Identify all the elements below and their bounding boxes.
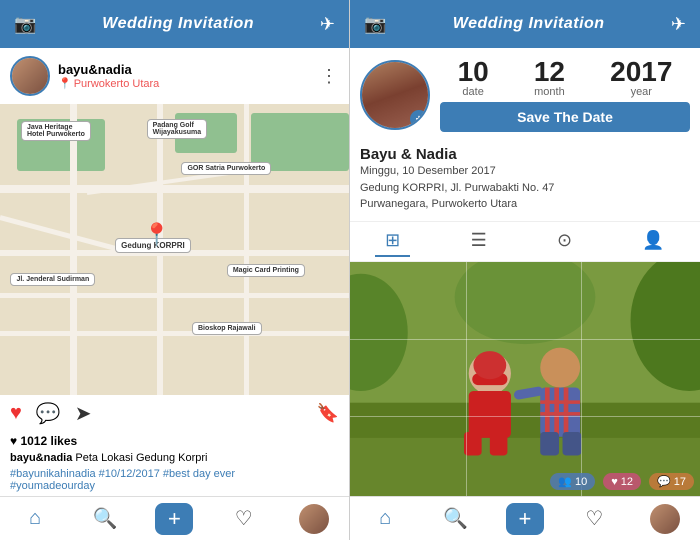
nav-search[interactable]: 🔍 [85, 499, 125, 539]
right-nav-search[interactable]: 🔍 [436, 499, 476, 539]
road-v1 [70, 104, 77, 395]
location-text: Purwokerto Utara [74, 78, 160, 90]
right-nav-heart[interactable]: ♡ [574, 499, 614, 539]
tabs-row: ⊞ ☰ ⊙ 👤 [350, 221, 700, 262]
event-line2: Gedung KORPRI, Jl. Purwabakti No. 47 [360, 180, 690, 197]
nav-add[interactable]: + [155, 503, 193, 535]
left-send-icon[interactable]: ✈ [320, 14, 335, 35]
left-panel: 📷 Wedding Invitation ✈ bayu&nadia 📍 Purw… [0, 0, 350, 540]
left-camera-icon[interactable]: 📷 [14, 14, 36, 35]
right-send-icon[interactable]: ✈ [671, 14, 686, 35]
tab-list[interactable]: ☰ [461, 226, 497, 257]
date-year-label: year [631, 86, 652, 98]
couple-photo: 👥 10 ♥ 12 💬 17 [350, 262, 700, 497]
stats-overlay: 👥 10 ♥ 12 💬 17 [550, 473, 694, 490]
profile-info: bayu&nadia 📍 Purwokerto Utara [10, 56, 159, 96]
stat-comments-count: 17 [674, 476, 686, 488]
like-icon[interactable]: ♥ [10, 402, 22, 425]
map-label-padang: Padang GolfWijayakusuma [147, 119, 208, 139]
save-date-button[interactable]: Save The Date [440, 102, 690, 132]
left-bottom-nav: ⌂ 🔍 + ♡ [0, 496, 349, 540]
date-info-container: 10 date 12 month 2017 year Save The Date [440, 58, 690, 132]
stat-likes: ♥ 12 [603, 473, 641, 490]
date-year-num: 2017 [610, 58, 672, 86]
nav-heart[interactable]: ♡ [224, 499, 264, 539]
post-caption: bayu&nadia Peta Lokasi Gedung Korpri [0, 450, 349, 466]
road-v3 [244, 104, 249, 395]
stat-comments: 💬 17 [649, 473, 694, 490]
right-header: 📷 Wedding Invitation ✈ [350, 0, 700, 48]
event-line3: Purwanegara, Purwokerto Utara [360, 196, 690, 213]
event-couple-names: Bayu & Nadia [360, 146, 690, 163]
road-h1 [0, 185, 349, 193]
share-icon[interactable]: ➤ [75, 401, 92, 426]
date-month-num: 12 [534, 58, 565, 86]
couple-photo-area: 👥 10 ♥ 12 💬 17 [350, 262, 700, 497]
right-nav-home[interactable]: ⌂ [365, 499, 405, 539]
caption-text: Peta Lokasi Gedung Korpri [75, 452, 207, 464]
map-area: Java HeritageHotel Purwokerto Padang Gol… [0, 104, 349, 395]
left-header-title: Wedding Invitation [102, 15, 254, 33]
avatar [10, 56, 50, 96]
caption-username: bayu&nadia [10, 452, 72, 464]
right-bottom-nav: ⌂ 🔍 + ♡ [350, 496, 700, 540]
date-day-num: 10 [458, 58, 489, 86]
nav-avatar-img [299, 504, 329, 534]
tab-circle[interactable]: ⊙ [547, 226, 582, 257]
couple-avatar-plus[interactable]: + [410, 110, 428, 128]
couple-avatar: + [360, 60, 430, 130]
stat-followers-count: 10 [575, 476, 587, 488]
date-day-col: 10 date [458, 58, 489, 98]
date-month-label: month [534, 86, 565, 98]
map-label-magic: Magic Card Printing [227, 264, 305, 277]
road-h4 [0, 331, 349, 336]
location-pin-icon: 📍 [58, 77, 72, 90]
tab-grid[interactable]: ⊞ [375, 226, 410, 257]
bookmark-icon[interactable]: 🔖 [317, 403, 339, 424]
profile-name: bayu&nadia [58, 62, 159, 77]
left-profile-row: bayu&nadia 📍 Purwokerto Utara ⋮ [0, 48, 349, 104]
map-label-bioskop: Bioskop Rajawali [192, 322, 262, 335]
date-section: + 10 date 12 month 2017 year Save The Da… [350, 48, 700, 138]
stat-followers: 👥 10 [550, 473, 595, 490]
hashtags: #bayunikahinadia #10/12/2017 #best day e… [0, 466, 349, 496]
left-header: 📷 Wedding Invitation ✈ [0, 0, 349, 48]
date-year-col: 2017 year [610, 58, 672, 98]
profile-location: 📍 Purwokerto Utara [58, 77, 159, 90]
right-nav-avatar-img [650, 504, 680, 534]
event-details: Bayu & Nadia Minggu, 10 Desember 2017 Ge… [350, 138, 700, 221]
tab-person[interactable]: 👤 [632, 226, 674, 257]
map-pin: 📍 [143, 222, 170, 248]
event-line1: Minggu, 10 Desember 2017 [360, 163, 690, 180]
right-panel: 📷 Wedding Invitation ✈ + 10 date 12 mont… [350, 0, 700, 540]
map-label-gor: GOR Satria Purwokerto [181, 162, 271, 175]
map-label-jendral: Jl. Jenderal Sudirman [10, 273, 95, 286]
couple-svg [350, 262, 700, 497]
profile-text: bayu&nadia 📍 Purwokerto Utara [58, 62, 159, 90]
map-label-heritage: Java HeritageHotel Purwokerto [21, 121, 91, 141]
date-numbers: 10 date 12 month 2017 year [440, 58, 690, 98]
right-nav-avatar[interactable] [645, 499, 685, 539]
date-month-col: 12 month [534, 58, 565, 98]
nav-avatar[interactable] [294, 499, 334, 539]
stat-likes-count: 12 [621, 476, 633, 488]
nav-home[interactable]: ⌂ [15, 499, 55, 539]
comment-icon[interactable]: 💬 [36, 401, 61, 426]
date-day-label: date [462, 86, 483, 98]
likes-count: ♥ 1012 likes [0, 432, 349, 450]
right-nav-add[interactable]: + [506, 503, 544, 535]
avatar-image [12, 58, 48, 94]
right-camera-icon[interactable]: 📷 [364, 14, 386, 35]
right-header-title: Wedding Invitation [453, 15, 605, 33]
more-options-icon[interactable]: ⋮ [320, 66, 339, 87]
actions-row: ♥ 💬 ➤ 🔖 [0, 395, 349, 432]
road-h3 [0, 293, 349, 298]
